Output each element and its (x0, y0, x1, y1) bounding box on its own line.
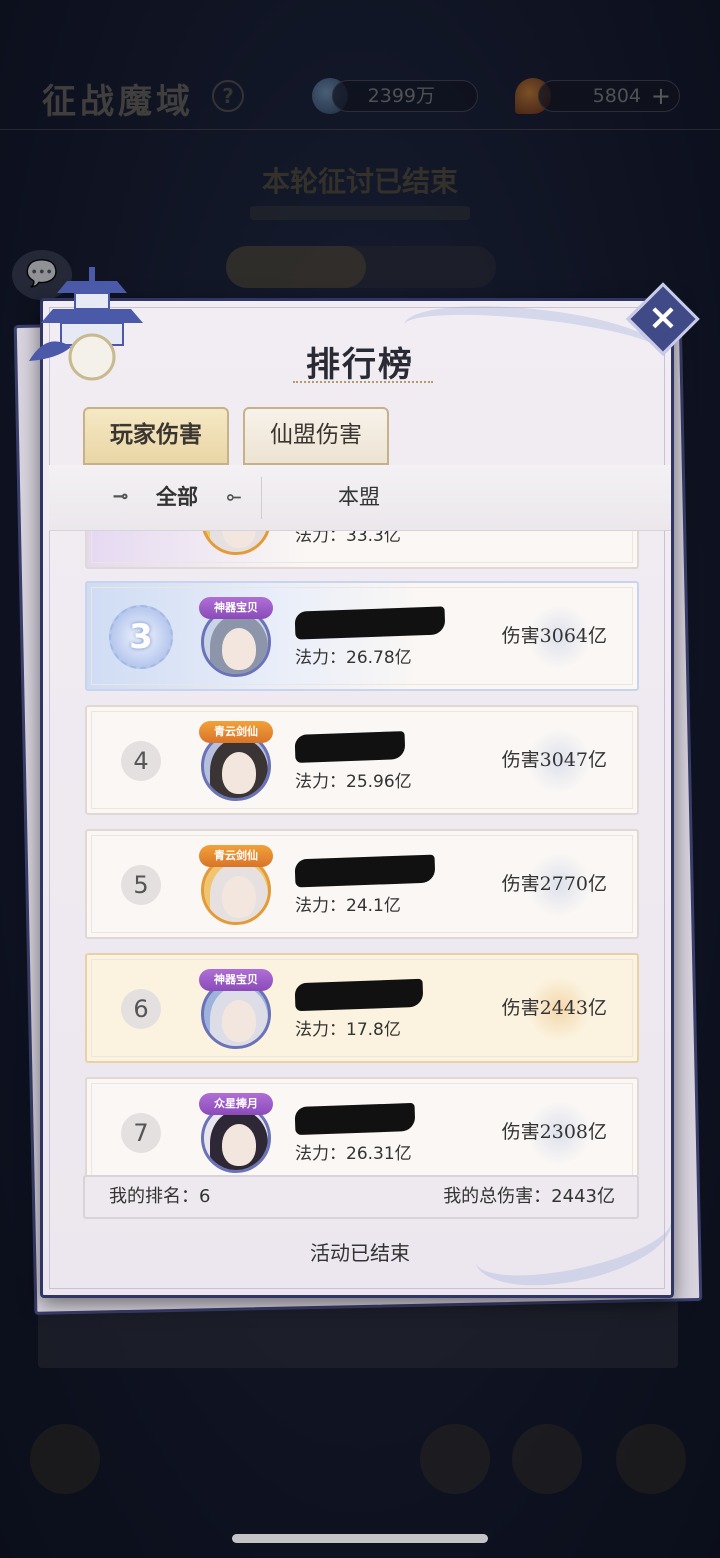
title-ornament (293, 381, 433, 385)
player-power: 法力：24.1亿 (295, 896, 401, 916)
tab-player-damage[interactable]: 玩家伤害 (83, 407, 229, 465)
avatar (201, 531, 271, 555)
player-damage: 伤害2443亿 (501, 997, 607, 1019)
title-frame-badge: 神器宝贝 (199, 597, 273, 619)
damage-emblem-icon (527, 977, 591, 1041)
home-indicator[interactable] (232, 1534, 488, 1543)
damage-emblem-icon (527, 853, 591, 917)
redacted-name (294, 854, 436, 888)
filter-bar: 全部 本盟 (49, 465, 671, 531)
list-item[interactable]: 7 众星捧月 法力：26.31亿 伤害2308亿 (85, 1077, 639, 1175)
my-rank: 我的排名：6 (109, 1186, 211, 1207)
player-power: 法力：26.31亿 (295, 1144, 412, 1164)
player-power: 法力：25.96亿 (295, 772, 412, 792)
rank-badge: 3 (109, 605, 173, 669)
player-damage: 伤害2308亿 (501, 1121, 607, 1143)
my-rank-bar: 我的排名：6 我的总伤害：2443亿 (83, 1175, 639, 1219)
redacted-name (294, 1102, 416, 1136)
modal-title: 排行榜 (306, 345, 414, 385)
list-item-self[interactable]: 6 神器宝贝 法力：17.8亿 伤害2443亿 (85, 953, 639, 1063)
damage-emblem-icon (527, 1101, 591, 1165)
player-damage: 伤害3047亿 (501, 749, 607, 771)
event-status: 活动已结束 (310, 1241, 410, 1265)
redacted-name (294, 731, 406, 763)
title-frame-badge: 众星捧月 (199, 1093, 273, 1115)
list-item[interactable]: 法力：33.3亿 (85, 531, 639, 569)
list-item[interactable]: 4 青云剑仙 法力：25.96亿 伤害3047亿 (85, 705, 639, 815)
redacted-name (294, 606, 446, 640)
player-power: 法力：33.3亿 (295, 531, 401, 546)
list-item[interactable]: 3 神器宝贝 法力：26.78亿 伤害3064亿 (85, 581, 639, 691)
title-frame-badge: 青云剑仙 (199, 721, 273, 743)
player-damage: 伤害2770亿 (501, 873, 607, 895)
filter-divider (261, 477, 262, 519)
player-power: 法力：26.78亿 (295, 648, 412, 668)
leaderboard-modal: × 排行榜 玩家伤害 仙盟伤害 全部 本盟 法力：33.3亿 3 神器宝贝 法力… (29, 267, 700, 1301)
filter-my-guild[interactable]: 本盟 (289, 465, 429, 531)
close-icon: × (647, 297, 679, 338)
redacted-name (294, 978, 424, 1012)
rank-badge: 4 (121, 741, 161, 781)
damage-emblem-icon (527, 605, 591, 669)
damage-emblem-icon (527, 729, 591, 793)
title-frame-badge: 神器宝贝 (199, 969, 273, 991)
rank-badge: 6 (121, 989, 161, 1029)
rank-badge: 7 (121, 1113, 161, 1153)
tab-guild-damage[interactable]: 仙盟伤害 (243, 407, 389, 465)
player-power: 法力：17.8亿 (295, 1020, 401, 1040)
my-total-damage: 我的总伤害：2443亿 (443, 1186, 615, 1207)
rank-badge: 5 (121, 865, 161, 905)
ranking-list[interactable]: 法力：33.3亿 3 神器宝贝 法力：26.78亿 伤害3064亿 4 青云剑仙… (83, 531, 641, 1175)
title-frame-badge: 青云剑仙 (199, 845, 273, 867)
player-damage: 伤害3064亿 (501, 625, 607, 647)
filter-all[interactable]: 全部 (107, 465, 247, 531)
list-item[interactable]: 5 青云剑仙 法力：24.1亿 伤害2770亿 (85, 829, 639, 939)
